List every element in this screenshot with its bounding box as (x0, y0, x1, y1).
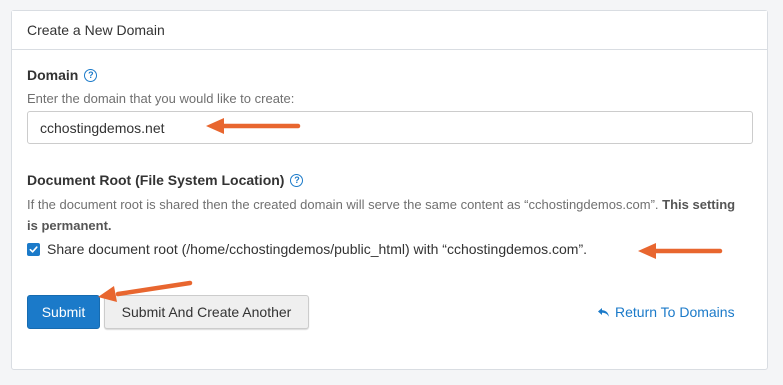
create-domain-panel: Create a New Domain Domain ? Enter the d… (11, 10, 768, 370)
undo-arrow-icon (598, 307, 609, 317)
docroot-help-icon[interactable]: ? (290, 173, 304, 187)
domain-label: Domain (27, 67, 79, 83)
docroot-description: If the document root is shared then the … (27, 194, 742, 236)
share-docroot-row[interactable]: Share document root (/home/cchostingdemo… (27, 241, 587, 257)
docroot-label: Document Root (File System Location) (27, 172, 285, 188)
domain-input[interactable] (27, 111, 753, 144)
domain-hint: Enter the domain that you would like to … (27, 91, 295, 106)
share-docroot-label: Share document root (/home/cchostingdemo… (47, 241, 588, 257)
panel-header: Create a New Domain (12, 11, 767, 50)
return-to-domains-link[interactable]: Return To Domains (597, 304, 735, 320)
checkmark-icon (29, 245, 38, 253)
domain-label-row: Domain ? (27, 67, 98, 83)
submit-button[interactable]: Submit (27, 295, 100, 329)
docroot-description-text: If the document root is shared then the … (27, 197, 659, 212)
panel-title: Create a New Domain (27, 22, 165, 38)
domain-help-icon[interactable]: ? (84, 68, 98, 82)
share-docroot-checkbox[interactable] (27, 242, 40, 256)
docroot-label-row: Document Root (File System Location) ? (27, 172, 304, 188)
submit-and-create-another-button[interactable]: Submit And Create Another (104, 295, 309, 329)
return-to-domains-label: Return To Domains (615, 304, 735, 320)
